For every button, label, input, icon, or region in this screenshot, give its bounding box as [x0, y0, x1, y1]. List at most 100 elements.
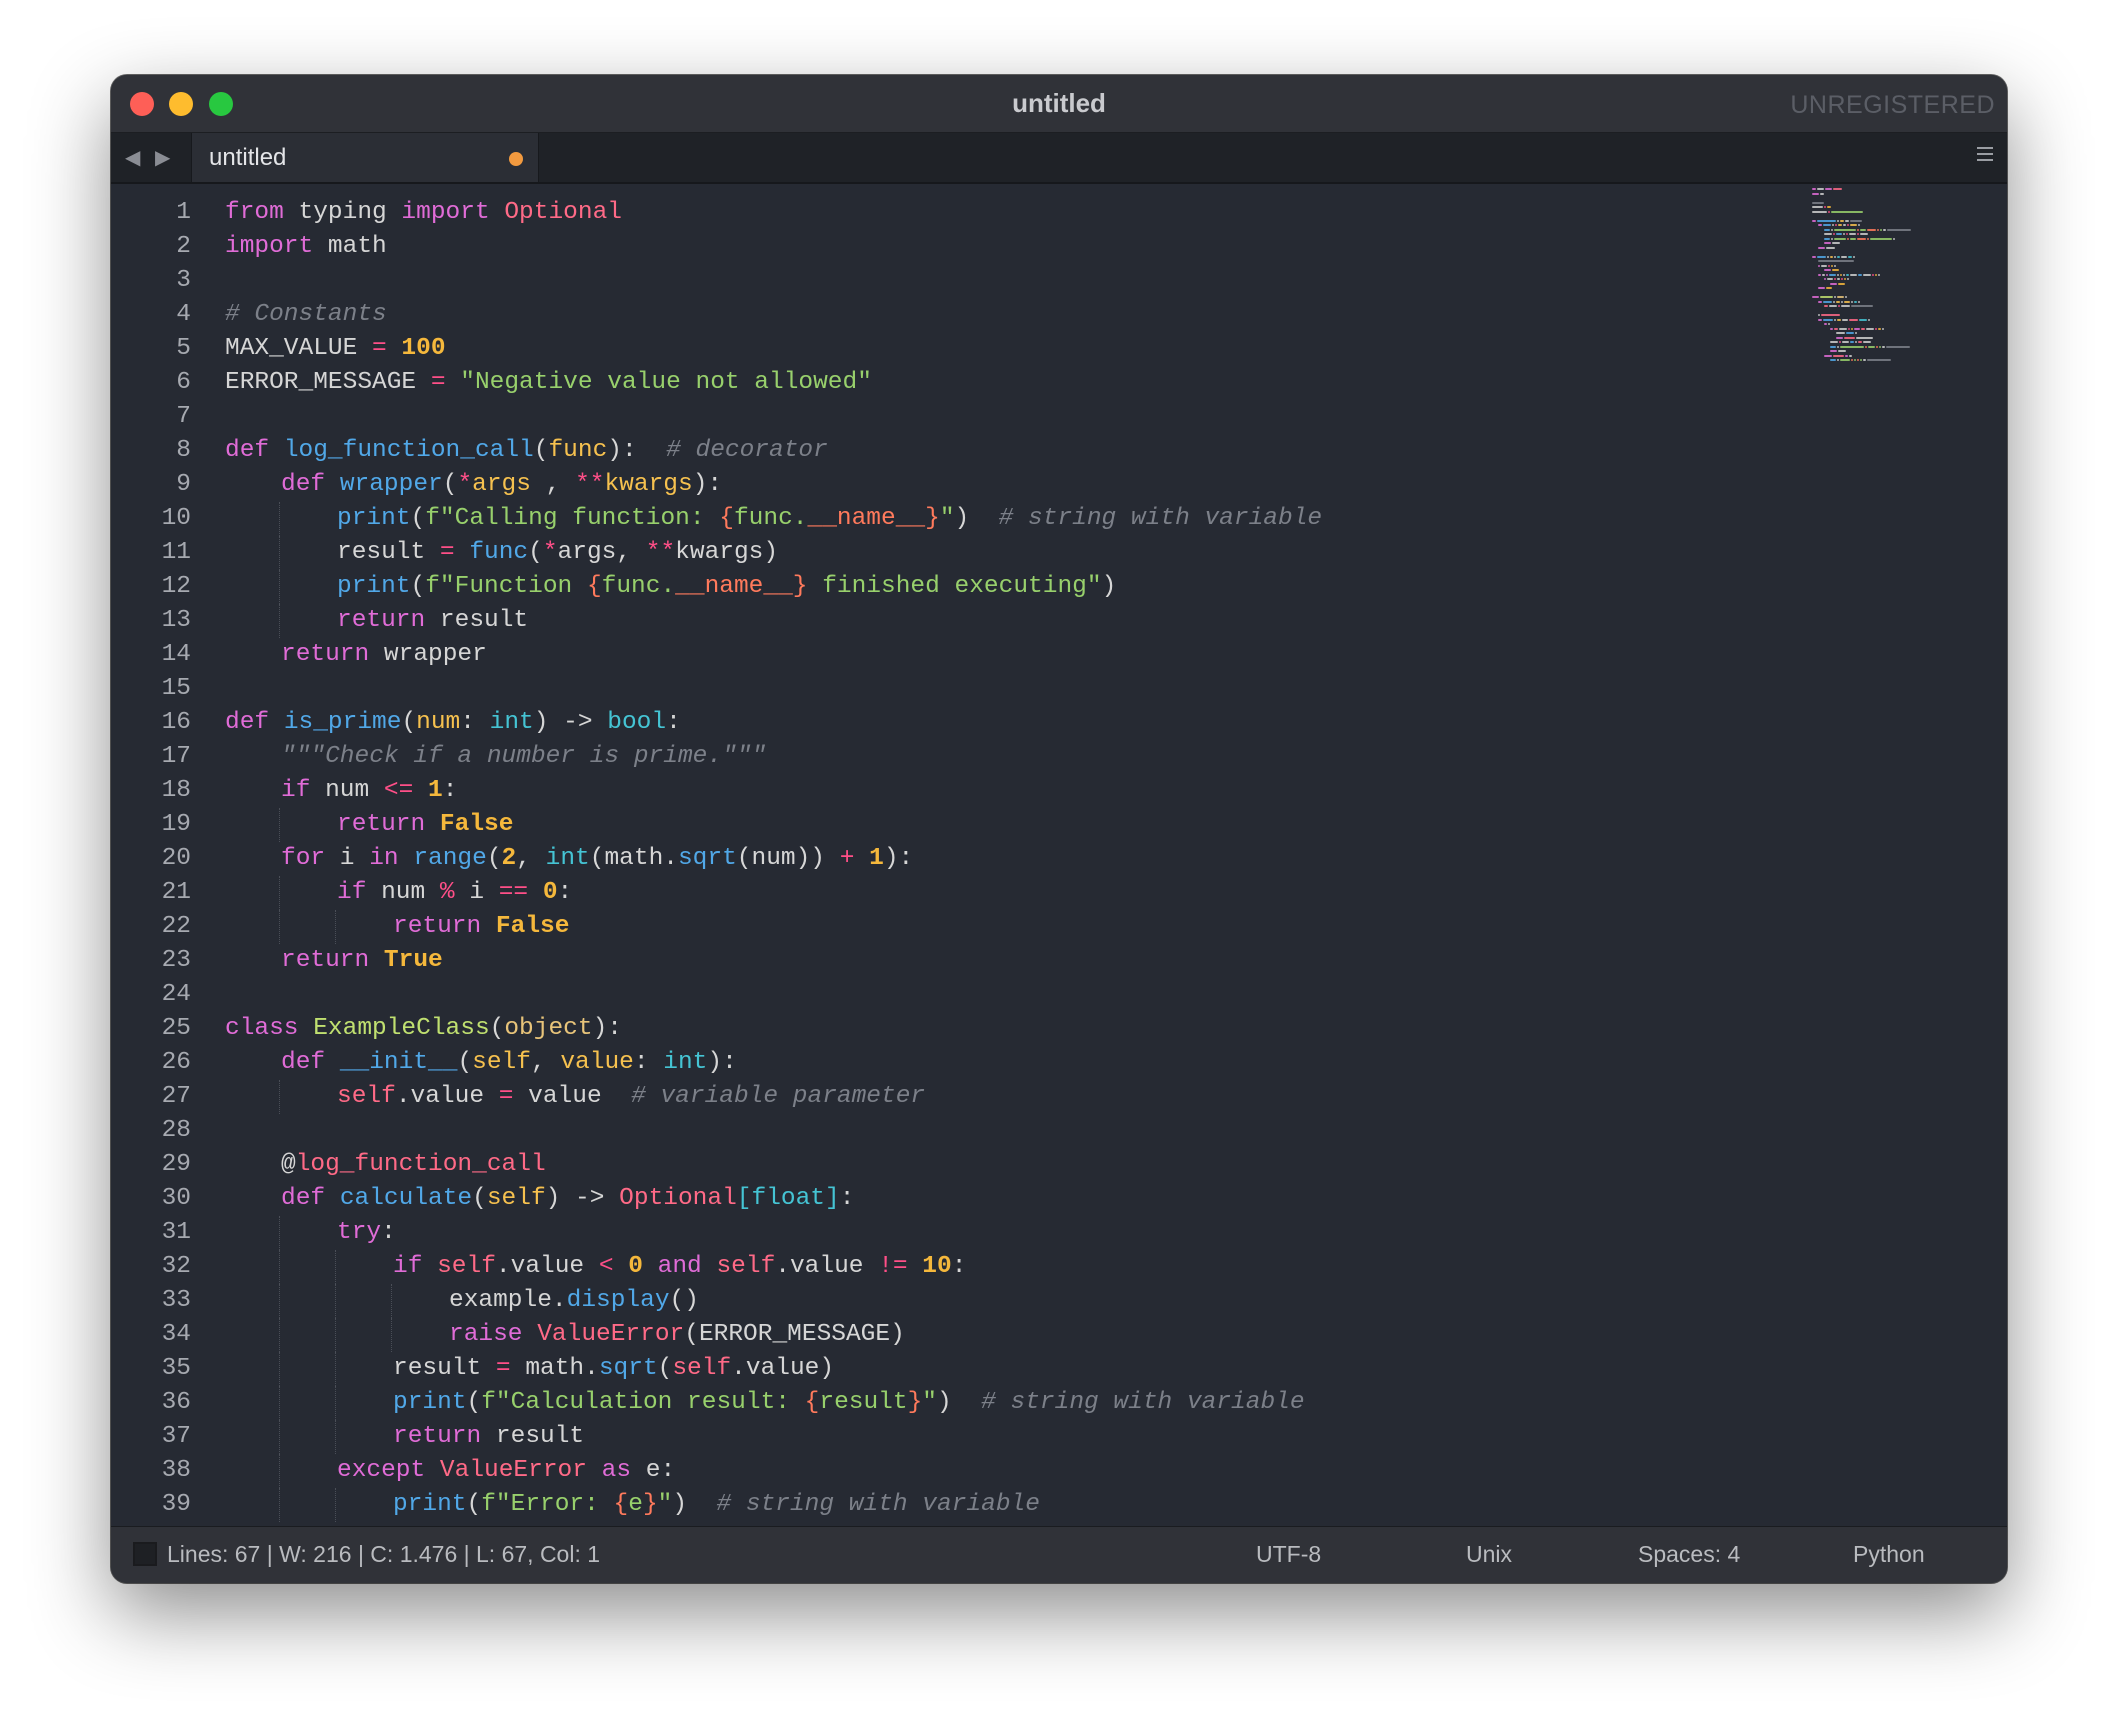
tab-back-arrow-icon[interactable]: ◀	[125, 145, 140, 170]
code-line[interactable]: if num <= 1:	[281, 774, 457, 808]
minimap-mark	[1841, 278, 1843, 280]
code-line[interactable]: import math	[225, 230, 387, 264]
minimap-mark	[1839, 341, 1841, 343]
code-token: num	[366, 879, 440, 906]
code-line[interactable]: print(f"Calling function: {func.__name__…	[337, 502, 1322, 536]
code-token: int	[663, 1049, 708, 1076]
code-line[interactable]: ERROR_MESSAGE = "Negative value not allo…	[225, 366, 872, 400]
code-line[interactable]: print(f"Error: {e}") # string with varia…	[393, 1488, 1040, 1522]
minimap-mark	[1863, 359, 1866, 361]
minimap-mark	[1844, 336, 1855, 339]
code-line[interactable]: # Constants	[225, 298, 387, 332]
code-token: (	[442, 471, 458, 498]
code-token: False	[425, 811, 514, 838]
code-token: wrapper	[339, 471, 443, 498]
minimap-mark	[1824, 233, 1832, 235]
minimap-mark	[1827, 278, 1833, 280]
tab-menu-icon[interactable]	[1977, 147, 1993, 163]
code-token: <	[598, 1253, 614, 1280]
minimap-mark	[1838, 224, 1842, 226]
minimap-mark	[1826, 273, 1828, 276]
minimap-mark	[1831, 210, 1863, 213]
tab-forward-arrow-icon[interactable]: ▶	[155, 145, 170, 170]
tab-untitled[interactable]: untitled	[191, 133, 539, 182]
minimap-mark	[1880, 228, 1882, 231]
code-editor[interactable]: 1 2 3 4 5 6 7 8 9 10 11 12 13 14 15 16 17 18 19 20 21 22 23 24 2…	[111, 184, 2007, 1527]
code-line[interactable]: self.value = value # variable parameter	[337, 1080, 925, 1114]
code-token: range	[398, 845, 487, 872]
code-line[interactable]: if self.value < 0 and self.value != 10:	[393, 1250, 966, 1284]
line-number: 18	[161, 777, 191, 804]
line-number: 4	[176, 301, 191, 328]
code-line[interactable]: return wrapper	[281, 638, 487, 672]
code-token: import	[225, 233, 314, 260]
encoding-selector[interactable]: UTF-8	[1256, 1541, 1321, 1568]
minimap[interactable]	[1812, 188, 1947, 488]
minimap-mark	[1854, 359, 1856, 361]
code-token: func.	[733, 505, 808, 532]
code-line[interactable]: print(f"Calculation result: {result}") #…	[393, 1386, 1305, 1420]
minimap-mark	[1830, 341, 1838, 343]
code-line[interactable]: except ValueError as e:	[337, 1454, 675, 1488]
indent-guide	[279, 1420, 280, 1454]
code-line[interactable]: for i in range(2, int(math.sqrt(num)) + …	[281, 842, 913, 876]
code-line[interactable]: @log_function_call	[281, 1148, 546, 1182]
code-line[interactable]: print(f"Function {func.__name__} finishe…	[337, 570, 1116, 604]
code-line[interactable]: try:	[337, 1216, 396, 1250]
code-token: if	[281, 777, 311, 804]
indent-guide	[391, 1284, 392, 1318]
line-number: 32	[161, 1253, 191, 1280]
code-line[interactable]: result = func(*args, **kwargs)	[337, 536, 778, 570]
code-line[interactable]: if num % i == 0:	[337, 876, 572, 910]
code-token: if	[337, 879, 367, 906]
minimap-mark	[1878, 273, 1880, 276]
code-token: bool	[607, 709, 667, 736]
code-token: try	[337, 1219, 382, 1246]
line-number: 10	[161, 505, 191, 532]
line-endings-selector[interactable]: Unix	[1466, 1541, 1512, 1568]
code-line[interactable]: def __init__(self, value: int):	[281, 1046, 737, 1080]
code-token: ERROR_MESSAGE	[225, 369, 431, 396]
code-line[interactable]: raise ValueError(ERROR_MESSAGE)	[449, 1318, 905, 1352]
code-token: **	[575, 471, 605, 498]
panel-toggle-icon[interactable]	[133, 1542, 157, 1566]
code-line[interactable]: def log_function_call(func): # decorator	[225, 434, 828, 468]
minimap-mark	[1831, 237, 1833, 240]
minimap-mark	[1867, 359, 1891, 361]
code-line[interactable]: result = math.sqrt(self.value)	[393, 1352, 834, 1386]
code-line[interactable]: def calculate(self) -> Optional[float]:	[281, 1182, 854, 1216]
code-token: %	[439, 879, 455, 906]
code-line[interactable]: from typing import Optional	[225, 196, 622, 230]
code-line[interactable]: return False	[393, 910, 569, 944]
minimap-mark	[1834, 296, 1836, 298]
code-token: # variable parameter	[631, 1083, 926, 1110]
minimap-mark	[1878, 327, 1881, 330]
code-line[interactable]: def wrapper(*args , **kwargs):	[281, 468, 722, 502]
code-line[interactable]: """Check if a number is prime."""	[281, 740, 766, 774]
code-token: f"Error:	[481, 1491, 614, 1518]
minimap-mark	[1854, 300, 1857, 303]
code-token: print	[337, 573, 411, 600]
code-token: :	[839, 1185, 855, 1212]
indentation-selector[interactable]: Spaces: 4	[1638, 1541, 1740, 1568]
code-line[interactable]: def is_prime(num: int) -> bool:	[225, 706, 681, 740]
minimap-mark	[1847, 278, 1849, 280]
code-token: "	[939, 505, 955, 532]
line-number: 20	[161, 845, 191, 872]
code-line[interactable]: return True	[281, 944, 443, 978]
code-line[interactable]: return result	[393, 1420, 584, 1454]
syntax-selector[interactable]: Python	[1853, 1541, 1925, 1568]
code-token: 10	[907, 1253, 952, 1280]
code-line[interactable]: example.display()	[449, 1284, 699, 1318]
code-token: ==	[498, 879, 529, 906]
minimap-mark	[1865, 345, 1867, 348]
minimap-mark	[1833, 188, 1842, 190]
code-line[interactable]: MAX_VALUE = 100	[225, 332, 446, 366]
code-line[interactable]: class ExampleClass(object):	[225, 1012, 622, 1046]
code-token: (ERROR_MESSAGE)	[684, 1321, 905, 1348]
code-token: {	[804, 1389, 820, 1416]
code-line[interactable]: return False	[337, 808, 513, 842]
unsaved-dot-icon[interactable]	[509, 152, 523, 166]
code-line[interactable]: return result	[337, 604, 528, 638]
code-token: kwargs	[604, 471, 693, 498]
